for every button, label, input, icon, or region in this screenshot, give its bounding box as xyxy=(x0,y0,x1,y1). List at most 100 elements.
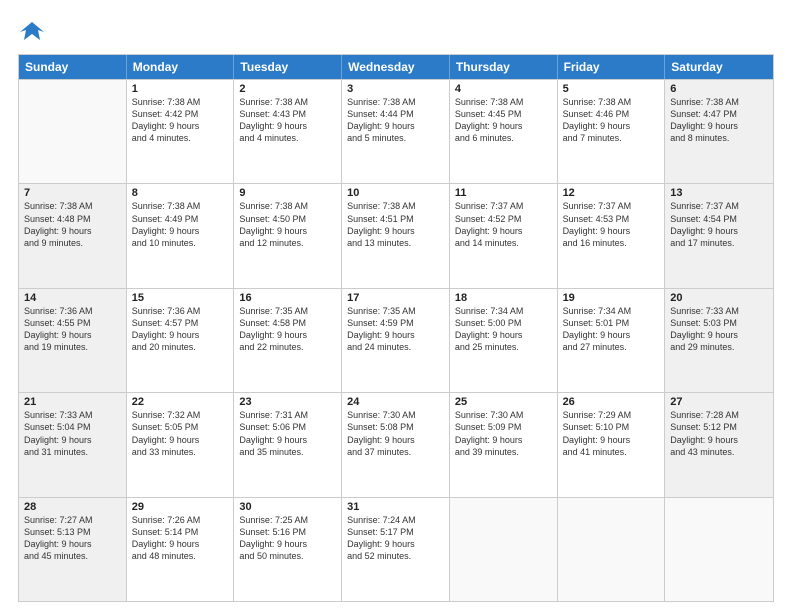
cal-cell: 26Sunrise: 7:29 AM Sunset: 5:10 PM Dayli… xyxy=(558,393,666,496)
page: SundayMondayTuesdayWednesdayThursdayFrid… xyxy=(0,0,792,612)
day-info: Sunrise: 7:29 AM Sunset: 5:10 PM Dayligh… xyxy=(563,409,660,458)
header xyxy=(18,18,774,46)
header-day: Thursday xyxy=(450,55,558,79)
day-info: Sunrise: 7:38 AM Sunset: 4:46 PM Dayligh… xyxy=(563,96,660,145)
day-number: 30 xyxy=(239,501,336,513)
day-number: 15 xyxy=(132,292,229,304)
day-number: 13 xyxy=(670,187,768,199)
cal-cell: 25Sunrise: 7:30 AM Sunset: 5:09 PM Dayli… xyxy=(450,393,558,496)
cal-cell: 19Sunrise: 7:34 AM Sunset: 5:01 PM Dayli… xyxy=(558,289,666,392)
cal-cell: 1Sunrise: 7:38 AM Sunset: 4:42 PM Daylig… xyxy=(127,80,235,183)
cal-cell: 11Sunrise: 7:37 AM Sunset: 4:52 PM Dayli… xyxy=(450,184,558,287)
day-info: Sunrise: 7:37 AM Sunset: 4:52 PM Dayligh… xyxy=(455,200,552,249)
cal-cell: 28Sunrise: 7:27 AM Sunset: 5:13 PM Dayli… xyxy=(19,498,127,601)
cal-cell: 2Sunrise: 7:38 AM Sunset: 4:43 PM Daylig… xyxy=(234,80,342,183)
day-info: Sunrise: 7:35 AM Sunset: 4:59 PM Dayligh… xyxy=(347,305,444,354)
day-number: 16 xyxy=(239,292,336,304)
day-info: Sunrise: 7:34 AM Sunset: 5:00 PM Dayligh… xyxy=(455,305,552,354)
day-number: 27 xyxy=(670,396,768,408)
week-row-3: 21Sunrise: 7:33 AM Sunset: 5:04 PM Dayli… xyxy=(19,392,773,496)
day-number: 22 xyxy=(132,396,229,408)
day-number: 23 xyxy=(239,396,336,408)
day-info: Sunrise: 7:38 AM Sunset: 4:50 PM Dayligh… xyxy=(239,200,336,249)
cal-cell: 5Sunrise: 7:38 AM Sunset: 4:46 PM Daylig… xyxy=(558,80,666,183)
day-number: 18 xyxy=(455,292,552,304)
day-number: 21 xyxy=(24,396,121,408)
day-info: Sunrise: 7:38 AM Sunset: 4:48 PM Dayligh… xyxy=(24,200,121,249)
day-number: 29 xyxy=(132,501,229,513)
day-info: Sunrise: 7:38 AM Sunset: 4:47 PM Dayligh… xyxy=(670,96,768,145)
day-info: Sunrise: 7:37 AM Sunset: 4:54 PM Dayligh… xyxy=(670,200,768,249)
day-info: Sunrise: 7:38 AM Sunset: 4:44 PM Dayligh… xyxy=(347,96,444,145)
calendar-header: SundayMondayTuesdayWednesdayThursdayFrid… xyxy=(19,55,773,79)
cal-cell: 10Sunrise: 7:38 AM Sunset: 4:51 PM Dayli… xyxy=(342,184,450,287)
cal-cell: 31Sunrise: 7:24 AM Sunset: 5:17 PM Dayli… xyxy=(342,498,450,601)
cal-cell: 4Sunrise: 7:38 AM Sunset: 4:45 PM Daylig… xyxy=(450,80,558,183)
cal-cell: 29Sunrise: 7:26 AM Sunset: 5:14 PM Dayli… xyxy=(127,498,235,601)
cal-cell: 23Sunrise: 7:31 AM Sunset: 5:06 PM Dayli… xyxy=(234,393,342,496)
day-number: 3 xyxy=(347,83,444,95)
day-number: 6 xyxy=(670,83,768,95)
day-number: 26 xyxy=(563,396,660,408)
cal-cell: 12Sunrise: 7:37 AM Sunset: 4:53 PM Dayli… xyxy=(558,184,666,287)
day-number: 20 xyxy=(670,292,768,304)
cal-cell: 6Sunrise: 7:38 AM Sunset: 4:47 PM Daylig… xyxy=(665,80,773,183)
day-info: Sunrise: 7:24 AM Sunset: 5:17 PM Dayligh… xyxy=(347,514,444,563)
cal-cell: 30Sunrise: 7:25 AM Sunset: 5:16 PM Dayli… xyxy=(234,498,342,601)
cal-cell: 14Sunrise: 7:36 AM Sunset: 4:55 PM Dayli… xyxy=(19,289,127,392)
header-day: Tuesday xyxy=(234,55,342,79)
day-number: 25 xyxy=(455,396,552,408)
day-info: Sunrise: 7:35 AM Sunset: 4:58 PM Dayligh… xyxy=(239,305,336,354)
day-info: Sunrise: 7:33 AM Sunset: 5:04 PM Dayligh… xyxy=(24,409,121,458)
week-row-4: 28Sunrise: 7:27 AM Sunset: 5:13 PM Dayli… xyxy=(19,497,773,601)
day-info: Sunrise: 7:30 AM Sunset: 5:09 PM Dayligh… xyxy=(455,409,552,458)
day-number: 4 xyxy=(455,83,552,95)
day-info: Sunrise: 7:31 AM Sunset: 5:06 PM Dayligh… xyxy=(239,409,336,458)
cal-cell: 3Sunrise: 7:38 AM Sunset: 4:44 PM Daylig… xyxy=(342,80,450,183)
cal-cell xyxy=(450,498,558,601)
cal-cell: 16Sunrise: 7:35 AM Sunset: 4:58 PM Dayli… xyxy=(234,289,342,392)
day-info: Sunrise: 7:38 AM Sunset: 4:49 PM Dayligh… xyxy=(132,200,229,249)
cal-cell: 9Sunrise: 7:38 AM Sunset: 4:50 PM Daylig… xyxy=(234,184,342,287)
week-row-1: 7Sunrise: 7:38 AM Sunset: 4:48 PM Daylig… xyxy=(19,183,773,287)
cal-cell xyxy=(558,498,666,601)
header-day: Saturday xyxy=(665,55,773,79)
cal-cell: 21Sunrise: 7:33 AM Sunset: 5:04 PM Dayli… xyxy=(19,393,127,496)
day-number: 24 xyxy=(347,396,444,408)
cal-cell: 20Sunrise: 7:33 AM Sunset: 5:03 PM Dayli… xyxy=(665,289,773,392)
cal-cell: 24Sunrise: 7:30 AM Sunset: 5:08 PM Dayli… xyxy=(342,393,450,496)
day-info: Sunrise: 7:36 AM Sunset: 4:57 PM Dayligh… xyxy=(132,305,229,354)
cal-cell: 27Sunrise: 7:28 AM Sunset: 5:12 PM Dayli… xyxy=(665,393,773,496)
day-number: 7 xyxy=(24,187,121,199)
cal-cell: 13Sunrise: 7:37 AM Sunset: 4:54 PM Dayli… xyxy=(665,184,773,287)
calendar: SundayMondayTuesdayWednesdayThursdayFrid… xyxy=(18,54,774,602)
header-day: Wednesday xyxy=(342,55,450,79)
cal-cell xyxy=(665,498,773,601)
day-number: 8 xyxy=(132,187,229,199)
cal-cell: 7Sunrise: 7:38 AM Sunset: 4:48 PM Daylig… xyxy=(19,184,127,287)
day-number: 14 xyxy=(24,292,121,304)
cal-cell: 18Sunrise: 7:34 AM Sunset: 5:00 PM Dayli… xyxy=(450,289,558,392)
cal-cell: 8Sunrise: 7:38 AM Sunset: 4:49 PM Daylig… xyxy=(127,184,235,287)
day-number: 2 xyxy=(239,83,336,95)
day-number: 10 xyxy=(347,187,444,199)
day-info: Sunrise: 7:37 AM Sunset: 4:53 PM Dayligh… xyxy=(563,200,660,249)
day-number: 11 xyxy=(455,187,552,199)
cal-cell: 15Sunrise: 7:36 AM Sunset: 4:57 PM Dayli… xyxy=(127,289,235,392)
day-info: Sunrise: 7:34 AM Sunset: 5:01 PM Dayligh… xyxy=(563,305,660,354)
day-number: 31 xyxy=(347,501,444,513)
day-info: Sunrise: 7:32 AM Sunset: 5:05 PM Dayligh… xyxy=(132,409,229,458)
week-row-0: 1Sunrise: 7:38 AM Sunset: 4:42 PM Daylig… xyxy=(19,79,773,183)
day-number: 17 xyxy=(347,292,444,304)
header-day: Friday xyxy=(558,55,666,79)
cal-cell xyxy=(19,80,127,183)
day-number: 28 xyxy=(24,501,121,513)
header-day: Monday xyxy=(127,55,235,79)
header-day: Sunday xyxy=(19,55,127,79)
day-number: 9 xyxy=(239,187,336,199)
cal-cell: 22Sunrise: 7:32 AM Sunset: 5:05 PM Dayli… xyxy=(127,393,235,496)
day-info: Sunrise: 7:38 AM Sunset: 4:43 PM Dayligh… xyxy=(239,96,336,145)
day-info: Sunrise: 7:33 AM Sunset: 5:03 PM Dayligh… xyxy=(670,305,768,354)
day-info: Sunrise: 7:38 AM Sunset: 4:42 PM Dayligh… xyxy=(132,96,229,145)
day-info: Sunrise: 7:27 AM Sunset: 5:13 PM Dayligh… xyxy=(24,514,121,563)
